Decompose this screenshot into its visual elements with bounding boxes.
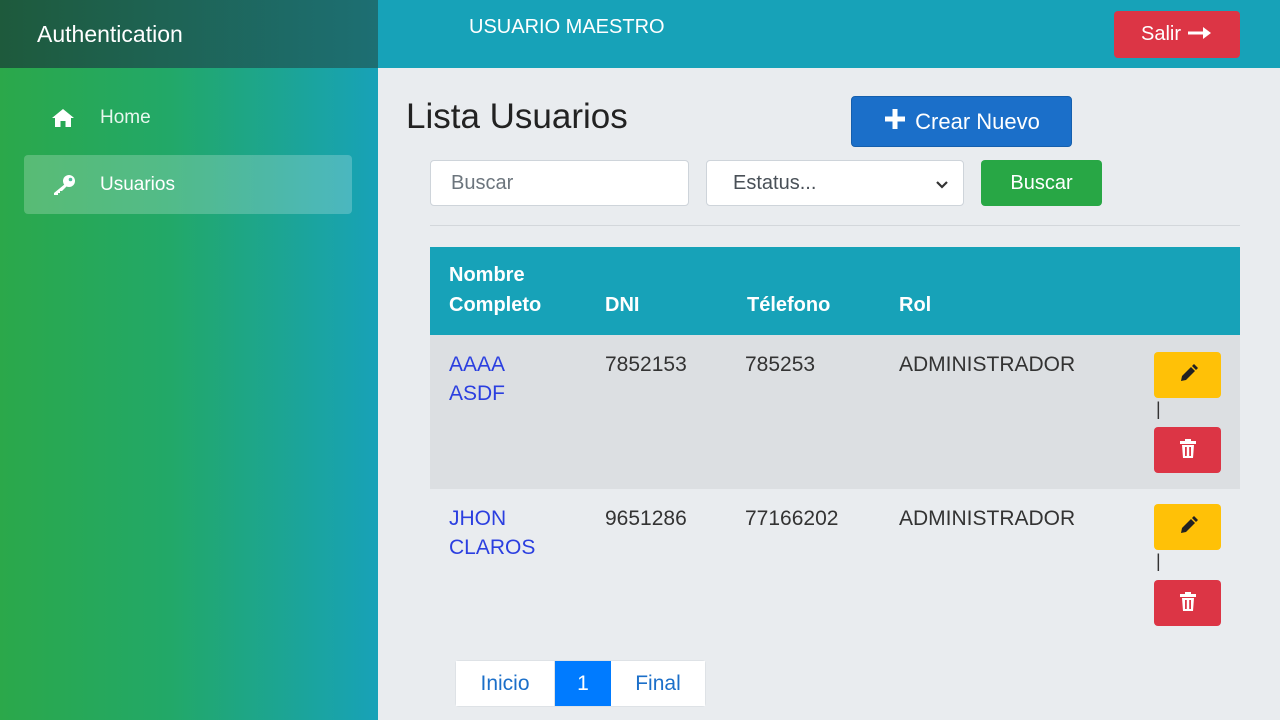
sidebar-item-label: Usuarios xyxy=(100,173,175,195)
user-phone: 77166202 xyxy=(745,507,839,530)
pagination-page-1[interactable]: 1 xyxy=(555,661,611,706)
user-dni: 9651286 xyxy=(605,507,687,530)
user-role: ADMINISTRADOR xyxy=(899,353,1076,376)
edit-button[interactable] xyxy=(1154,504,1221,550)
topbar: USUARIO MAESTRO Salir xyxy=(378,0,1280,68)
search-input[interactable] xyxy=(430,160,689,206)
sidebar: Authentication Home Usuarios xyxy=(0,0,378,720)
pagination-first[interactable]: Inicio xyxy=(456,661,555,706)
user-name-line2[interactable]: CLAROS xyxy=(449,533,535,562)
trash-icon xyxy=(1178,591,1198,616)
create-new-button[interactable]: Crear Nuevo xyxy=(851,96,1072,147)
user-phone: 785253 xyxy=(745,353,816,376)
brand-title: Authentication xyxy=(0,0,378,68)
create-new-label: Crear Nuevo xyxy=(915,108,1040,134)
users-table: Nombre Completo DNI Télefono Rol AAAA AS… xyxy=(430,247,1240,643)
pagination-last[interactable]: Final xyxy=(611,661,705,706)
page-title: Lista Usuarios xyxy=(406,97,628,136)
sidebar-nav: Home Usuarios xyxy=(0,68,378,214)
arrow-right-icon xyxy=(1187,23,1213,46)
status-select-value: Estatus... xyxy=(733,171,817,194)
action-separator: | xyxy=(1156,399,1161,419)
chevron-down-icon xyxy=(935,175,949,198)
trash-icon xyxy=(1178,438,1198,463)
header-role: Rol xyxy=(899,294,932,316)
user-name-line1[interactable]: JHON xyxy=(449,504,535,533)
delete-button[interactable] xyxy=(1154,427,1221,473)
user-name-link[interactable]: JHON CLAROS xyxy=(449,504,535,562)
topbar-title: USUARIO MAESTRO xyxy=(469,16,665,38)
divider xyxy=(430,225,1240,226)
home-icon xyxy=(50,107,78,129)
key-icon xyxy=(50,174,78,196)
user-name-line2[interactable]: ASDF xyxy=(449,379,505,408)
header-name-line1: Nombre xyxy=(449,264,525,286)
header-name: Nombre Completo xyxy=(449,260,541,320)
user-role: ADMINISTRADOR xyxy=(899,507,1076,530)
plus-icon xyxy=(883,107,907,137)
status-select[interactable]: Estatus... xyxy=(706,160,964,206)
pencil-icon xyxy=(1177,363,1199,388)
main-content: Lista Usuarios Crear Nuevo Estatus... Bu… xyxy=(378,68,1280,720)
action-separator: | xyxy=(1156,551,1161,571)
user-name-line1[interactable]: AAAA xyxy=(449,350,505,379)
sidebar-item-label: Home xyxy=(100,106,151,128)
user-dni: 7852153 xyxy=(605,353,687,376)
table-header: Nombre Completo DNI Télefono Rol xyxy=(430,247,1240,335)
sidebar-item-usuarios[interactable]: Usuarios xyxy=(24,155,352,214)
pagination: Inicio 1 Final xyxy=(455,660,706,707)
table-row: JHON CLAROS 9651286 77166202 ADMINISTRAD… xyxy=(430,489,1240,643)
delete-button[interactable] xyxy=(1154,580,1221,626)
table-row: AAAA ASDF 7852153 785253 ADMINISTRADOR | xyxy=(430,335,1240,489)
sidebar-item-home[interactable]: Home xyxy=(24,88,352,147)
logout-button[interactable]: Salir xyxy=(1114,11,1240,58)
pencil-icon xyxy=(1177,515,1199,540)
header-phone: Télefono xyxy=(747,294,831,316)
user-name-link[interactable]: AAAA ASDF xyxy=(449,350,505,408)
header-dni: DNI xyxy=(605,294,640,316)
edit-button[interactable] xyxy=(1154,352,1221,398)
logout-label: Salir xyxy=(1140,23,1181,45)
header-name-line2: Completo xyxy=(449,294,542,316)
search-button[interactable]: Buscar xyxy=(981,160,1102,206)
